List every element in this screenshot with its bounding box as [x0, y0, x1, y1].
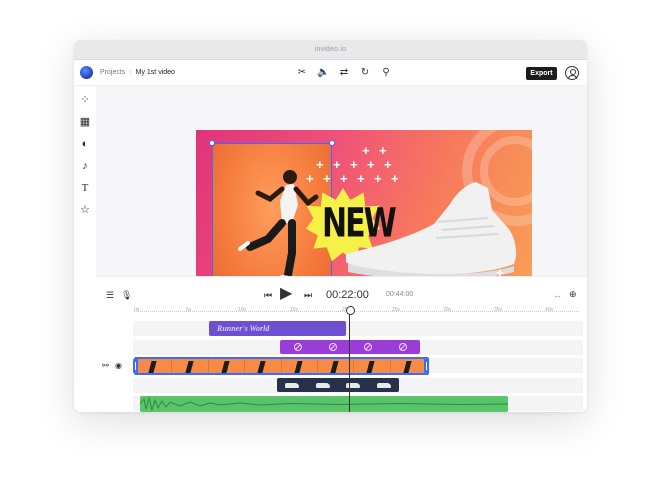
timeline-panel: ☰ 🎙 ⏮ ▶ ⏭ 00:22:00 00:44:00 ↔ ⊕ 0s 5s 10… — [96, 276, 587, 412]
time-ruler[interactable]: 0s 5s 10s 15s 20s 25s 30s 35s 40s — [134, 307, 579, 319]
breadcrumb: Projects › My 1st video — [100, 69, 175, 76]
text-icon[interactable]: T — [79, 182, 91, 194]
playhead[interactable] — [346, 306, 355, 412]
zoom-in-icon[interactable]: ⊕ — [569, 289, 577, 299]
app-window: invideo.io Projects › My 1st video ✂ 🔈 ⇄ ↻… — [74, 40, 587, 412]
breadcrumb-projects[interactable]: Projects — [100, 69, 125, 76]
export-button[interactable]: Export — [526, 67, 557, 80]
music-icon[interactable]: ♪ — [79, 160, 91, 172]
plus-decoration: + — [379, 143, 387, 158]
audio-waveform — [140, 396, 508, 412]
visibility-eye-icon[interactable]: ◉ — [115, 361, 122, 371]
plus-decoration: + — [306, 171, 314, 186]
media-library-icon[interactable]: ▦ — [79, 116, 91, 128]
no-effect-icon — [363, 343, 372, 351]
plus-decoration: + — [350, 157, 358, 172]
ruler-tick: 40s — [545, 307, 554, 313]
video-thumbnail — [172, 359, 209, 373]
invideo-logo[interactable] — [80, 66, 93, 79]
ruler-tick: 25s — [392, 307, 401, 313]
elements-icon[interactable]: ⁘ — [79, 94, 91, 106]
resize-handle[interactable] — [329, 140, 335, 146]
resize-handle[interactable] — [209, 140, 215, 146]
plus-decoration: + — [367, 157, 375, 172]
trim-handle-right[interactable] — [424, 359, 429, 373]
video-thumbnail — [209, 359, 246, 373]
microphone-icon[interactable]: 🎙 — [121, 290, 132, 300]
plus-decoration: + — [362, 143, 370, 158]
fit-width-icon[interactable]: ↔ — [553, 290, 562, 300]
window-title: invideo.io — [74, 40, 587, 60]
skip-forward-icon[interactable]: ⏭ — [304, 290, 312, 300]
swap-icon[interactable]: ⇄ — [338, 67, 350, 79]
plus-decoration: + — [384, 157, 392, 172]
ruler-dots — [134, 311, 579, 312]
plus-decoration: + — [357, 171, 365, 186]
current-time: 00:22:00 — [326, 289, 369, 301]
unlink-icon[interactable]: ⚯ — [102, 361, 109, 371]
play-icon[interactable]: ▶ — [280, 286, 292, 302]
video-thumbnail — [354, 359, 391, 373]
track-row — [133, 321, 583, 336]
plus-decoration: + — [316, 157, 324, 172]
video-thumbnail — [282, 359, 318, 373]
plus-decoration: + — [391, 171, 399, 186]
video-clip[interactable] — [134, 357, 429, 375]
ruler-tick: 30s — [443, 307, 452, 313]
text-clip[interactable]: Runner's World — [209, 321, 346, 336]
left-sidebar: ⁘ ▦ ◐ ♪ T ☆ — [74, 86, 96, 271]
trim-handle-left[interactable] — [133, 359, 138, 373]
skip-back-icon[interactable]: ⏮ — [264, 290, 272, 300]
plus-decoration: + — [333, 157, 341, 172]
video-thumbnail — [391, 359, 427, 373]
ruler-tick: 15s — [290, 307, 299, 313]
ruler-tick: 5s — [186, 307, 192, 313]
plus-decoration: + — [323, 171, 331, 186]
volume-icon[interactable]: 🔈 — [317, 67, 329, 79]
ruler-tick: 35s — [494, 307, 503, 313]
overlay-clip[interactable] — [277, 378, 399, 392]
sneaker-thumbnail — [376, 382, 391, 388]
filters-icon[interactable]: ◐ — [79, 138, 91, 150]
breadcrumb-separator: › — [129, 69, 132, 76]
edit-tools: ✂ 🔈 ⇄ ↻ ⚲ — [296, 67, 392, 79]
ruler-tick: 10s — [238, 307, 247, 313]
plus-decoration: + — [374, 171, 382, 186]
scissors-icon[interactable]: ✂ — [296, 67, 308, 79]
no-effect-icon — [398, 343, 407, 351]
no-effect-icon — [293, 343, 302, 351]
top-toolbar: Projects › My 1st video ✂ 🔈 ⇄ ↻ ⚲ Export — [74, 60, 587, 86]
account-icon[interactable] — [565, 66, 579, 80]
magic-wand-icon[interactable]: ⚲ — [380, 67, 392, 79]
sneaker-thumbnail — [285, 382, 300, 388]
sneaker-thumbnail — [315, 382, 330, 388]
ruler-tick: 0s — [134, 307, 140, 313]
video-thumbnail — [136, 359, 173, 373]
tracks-menu-icon[interactable]: ☰ — [106, 290, 114, 300]
no-effect-icon — [328, 343, 337, 351]
canvas-area: NEW + + + + + + + + + + + + + + + + + + … — [96, 86, 587, 318]
effects-clip[interactable] — [280, 340, 420, 354]
video-thumbnail — [245, 359, 282, 373]
project-name[interactable]: My 1st video — [136, 69, 175, 76]
audio-clip[interactable] — [140, 396, 508, 412]
plus-decoration: + — [340, 171, 348, 186]
total-time: 00:44:00 — [386, 291, 414, 298]
favorites-icon[interactable]: ☆ — [79, 204, 91, 216]
rotate-icon[interactable]: ↻ — [359, 67, 371, 79]
